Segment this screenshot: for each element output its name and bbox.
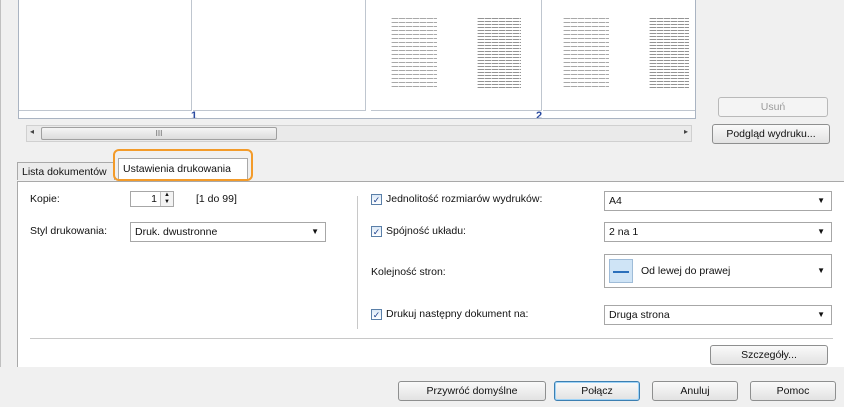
remove-button[interactable]: Usuń	[718, 97, 828, 117]
chevron-down-icon: ▼	[817, 227, 825, 236]
print-style-value: Druk. dwustronne	[135, 226, 218, 238]
combine-button[interactable]: Połącz	[554, 381, 640, 401]
scrollbar-grip: III	[155, 129, 163, 138]
uniform-size-checkbox[interactable]: ✓	[371, 194, 382, 205]
preview-page	[19, 0, 192, 111]
preview-page	[457, 0, 542, 111]
chevron-down-icon: ▼	[311, 227, 319, 236]
preview-horizontal-scrollbar[interactable]: ◂ III ▸	[26, 125, 692, 142]
layout-consistency-select[interactable]: 2 na 1 ▼	[604, 222, 832, 242]
panel-divider	[30, 338, 833, 339]
left-to-right-icon	[609, 259, 633, 283]
layout-consistency-checkbox[interactable]: ✓	[371, 226, 382, 237]
print-preview-area: 1 2	[18, 0, 696, 119]
layout-consistency-label: Spójność układu:	[386, 225, 466, 237]
preview-page	[543, 0, 630, 111]
stepper-arrows-icon[interactable]: ▲ ▼	[160, 192, 173, 206]
details-button[interactable]: Szczegóły...	[710, 345, 828, 365]
next-document-select[interactable]: Druga strona ▼	[604, 305, 832, 325]
scrollbar-thumb[interactable]: III	[41, 127, 277, 140]
page-number-2: 2	[536, 110, 543, 119]
cancel-button[interactable]: Anuluj	[652, 381, 738, 401]
chevron-down-icon: ▼	[817, 196, 825, 205]
print-style-select[interactable]: Druk. dwustronne ▼	[130, 222, 326, 242]
page-order-select[interactable]: Od lewej do prawej ▼	[604, 254, 832, 288]
next-document-value: Druga strona	[609, 309, 670, 321]
copies-range: [1 do 99]	[196, 193, 237, 205]
scroll-left-arrow-icon[interactable]: ◂	[30, 127, 34, 136]
chevron-down-icon: ▼	[817, 266, 825, 275]
print-preview-button[interactable]: Podgląd wydruku...	[712, 124, 830, 144]
preview-page	[193, 0, 366, 111]
copies-value: 1	[151, 193, 157, 205]
chevron-down-icon: ▼	[817, 310, 825, 319]
copies-stepper[interactable]: 1 ▲ ▼	[130, 191, 174, 207]
next-document-checkbox[interactable]: ✓	[371, 309, 382, 320]
tab-document-list[interactable]: Lista dokumentów	[17, 162, 115, 180]
preview-sheet-2	[371, 0, 695, 112]
uniform-size-select[interactable]: A4 ▼	[604, 191, 832, 211]
uniform-size-value: A4	[609, 195, 622, 207]
page-number-1: 1	[191, 110, 198, 119]
next-document-label: Drukuj następny dokument na:	[386, 308, 529, 320]
preview-page	[371, 0, 458, 111]
window-left-border	[0, 0, 1, 407]
column-divider	[357, 196, 358, 329]
layout-consistency-value: 2 na 1	[609, 226, 639, 238]
page-order-value: Od lewej do prawej	[641, 265, 731, 277]
page-order-label: Kolejność stron:	[371, 266, 446, 278]
scroll-right-arrow-icon[interactable]: ▸	[684, 127, 688, 136]
uniform-size-label: Jednolitość rozmiarów wydruków:	[386, 193, 543, 205]
copies-label: Kopie:	[30, 193, 60, 205]
restore-defaults-button[interactable]: Przywróć domyślne	[398, 381, 546, 401]
help-button[interactable]: Pomoc	[750, 381, 836, 401]
preview-sheet-1	[19, 0, 366, 112]
tab-highlight-frame	[113, 149, 253, 181]
print-style-label: Styl drukowania:	[30, 225, 108, 237]
preview-page	[629, 0, 695, 111]
